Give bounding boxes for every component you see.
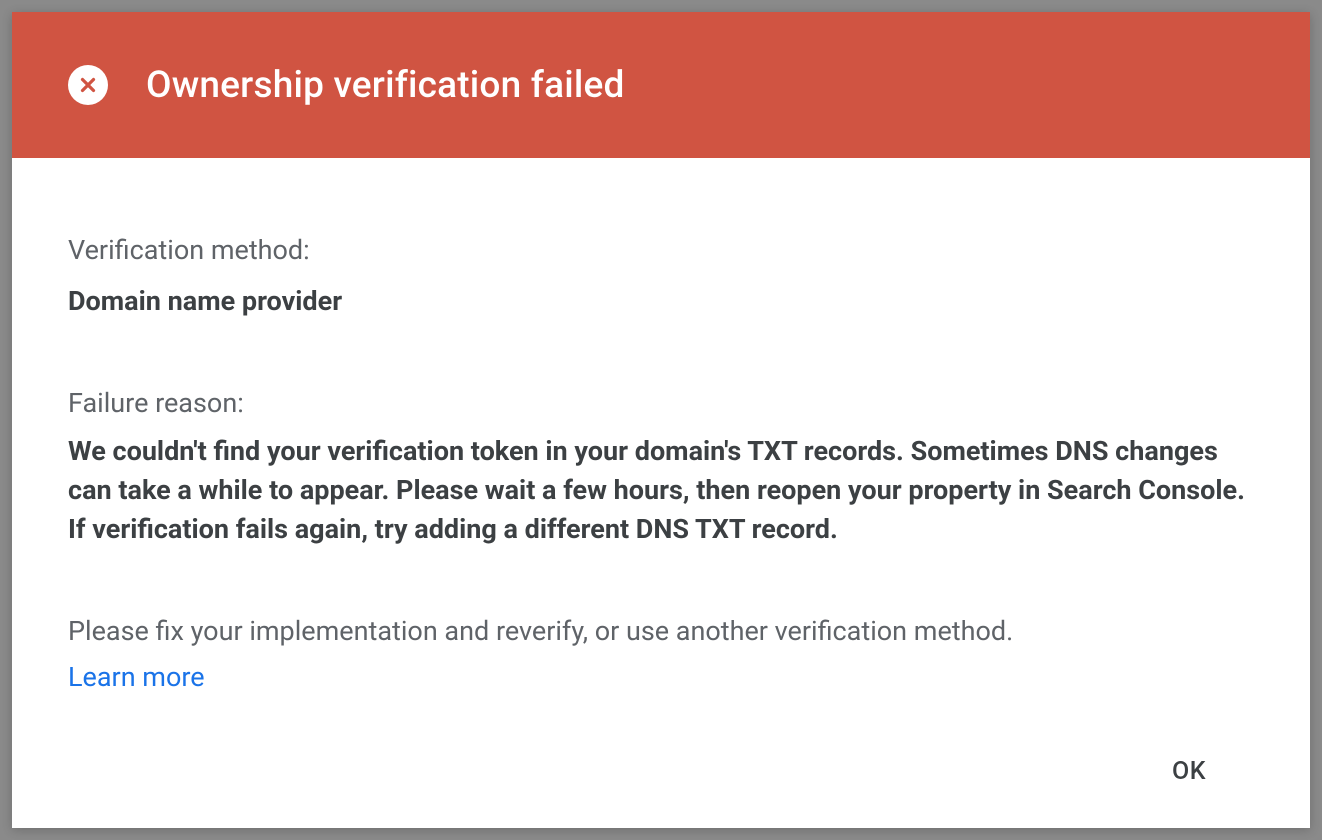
dialog-actions: OK — [68, 743, 1254, 800]
method-label: Verification method: — [68, 230, 1254, 271]
dialog-body: Verification method: Domain name provide… — [12, 158, 1310, 828]
verification-failed-dialog: Ownership verification failed Verificati… — [12, 12, 1310, 828]
learn-more-link[interactable]: Learn more — [68, 661, 205, 693]
failure-reason-section: Failure reason: We couldn't find your ve… — [68, 383, 1254, 549]
method-value: Domain name provider — [68, 281, 1254, 322]
reason-label: Failure reason: — [68, 383, 1254, 424]
ok-button[interactable]: OK — [1144, 743, 1234, 800]
verification-method-section: Verification method: Domain name provide… — [68, 230, 1254, 321]
error-icon — [68, 65, 108, 105]
hint-section: Please fix your implementation and rever… — [68, 611, 1254, 694]
dialog-title: Ownership verification failed — [146, 64, 625, 107]
reason-value: We couldn't find your verification token… — [68, 432, 1254, 549]
dialog-header: Ownership verification failed — [12, 12, 1310, 158]
hint-text: Please fix your implementation and rever… — [68, 611, 1254, 652]
